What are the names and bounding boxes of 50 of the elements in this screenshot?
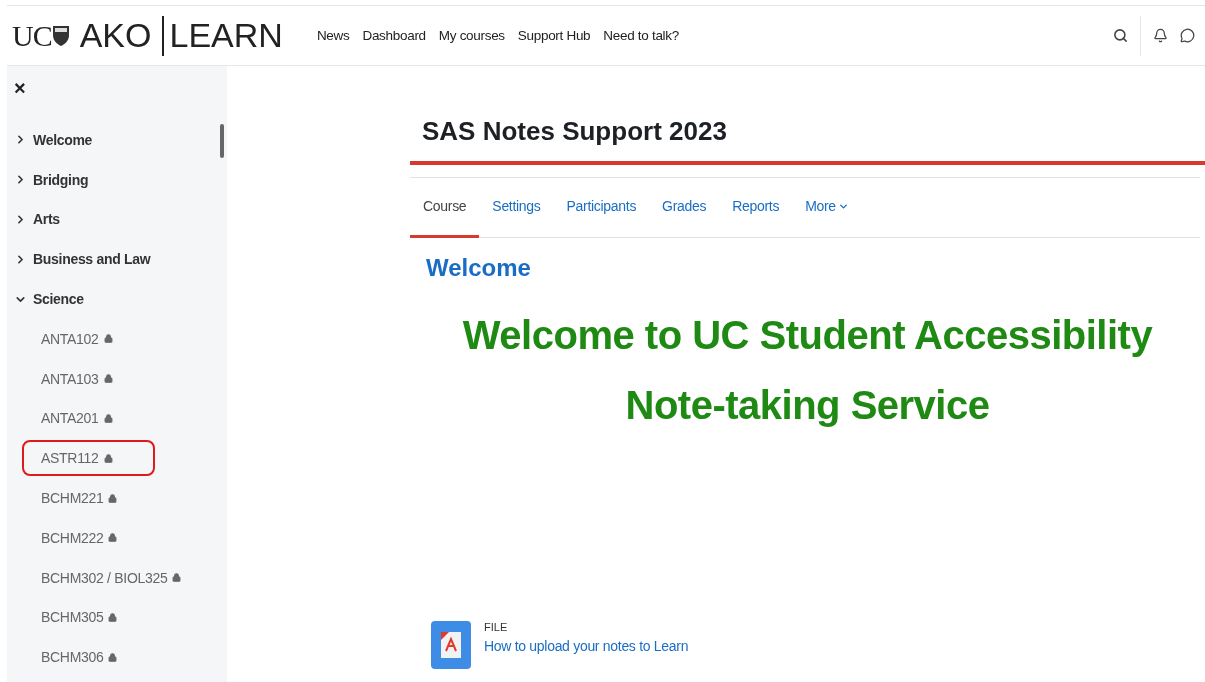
section-link[interactable]: Business and Law: [14, 251, 151, 268]
course-link[interactable]: ANTA201: [22, 400, 155, 437]
section-link[interactable]: Bridging: [14, 171, 89, 188]
search-icon[interactable]: [1113, 28, 1128, 43]
course-tab[interactable]: Settings: [479, 178, 554, 238]
course-link[interactable]: BCHM221: [22, 480, 160, 517]
lock-icon: [108, 612, 118, 622]
lock-icon: [108, 533, 118, 543]
nav-link[interactable]: News: [316, 28, 350, 43]
course-tab[interactable]: More: [792, 178, 862, 238]
course-link[interactable]: ANTA103: [22, 360, 155, 397]
course-link[interactable]: BCHM302 / BIOL325: [22, 559, 224, 596]
logo-text: LEARN: [169, 16, 283, 55]
nav-link[interactable]: Dashboard: [362, 28, 426, 43]
course-link[interactable]: BCHM305: [22, 599, 160, 636]
course-link[interactable]: ANTA102: [22, 320, 155, 357]
course-tab[interactable]: Participants: [553, 178, 650, 238]
section-heading: Welcome: [426, 254, 532, 282]
section-link[interactable]: Arts: [14, 211, 60, 228]
course-tab[interactable]: Course: [410, 178, 480, 238]
section-link[interactable]: Science: [14, 291, 84, 308]
course-tab[interactable]: Reports: [719, 178, 793, 238]
shield-icon: [51, 24, 70, 47]
welcome-banner-text: Welcome to UC Student Accessibility: [461, 312, 1154, 359]
course-link[interactable]: ASTR112: [22, 440, 155, 477]
scrollbar-thumb[interactable]: [220, 124, 224, 158]
pdf-file-icon: [431, 621, 471, 669]
lock-icon: [103, 453, 113, 463]
logo-text: AKO: [79, 16, 152, 55]
course-title: SAS Notes Support 2023: [410, 116, 1205, 165]
bell-icon[interactable]: [1153, 28, 1168, 43]
chat-icon[interactable]: [1180, 28, 1195, 43]
lock-icon: [108, 493, 118, 503]
course-tab[interactable]: Grades: [649, 178, 720, 238]
logo-text: UC: [12, 18, 52, 53]
close-button[interactable]: ×: [14, 78, 26, 98]
nav-link[interactable]: Need to talk?: [603, 28, 679, 43]
welcome-banner-text: Note-taking Service: [624, 382, 991, 429]
activity-type: FILE: [484, 621, 509, 633]
course-link[interactable]: BCHM306: [22, 639, 160, 676]
lock-icon: [103, 413, 113, 423]
lock-icon: [103, 374, 113, 384]
nav-link[interactable]: Support Hub: [517, 28, 591, 43]
lock-icon: [172, 573, 182, 583]
lock-icon: [108, 652, 118, 662]
course-link[interactable]: BCHM222: [22, 519, 160, 556]
lock-icon: [103, 334, 113, 344]
activity-link[interactable]: How to upload your notes to Learn: [484, 638, 689, 654]
section-link[interactable]: Welcome: [14, 131, 93, 148]
nav-link[interactable]: My courses: [438, 28, 505, 43]
